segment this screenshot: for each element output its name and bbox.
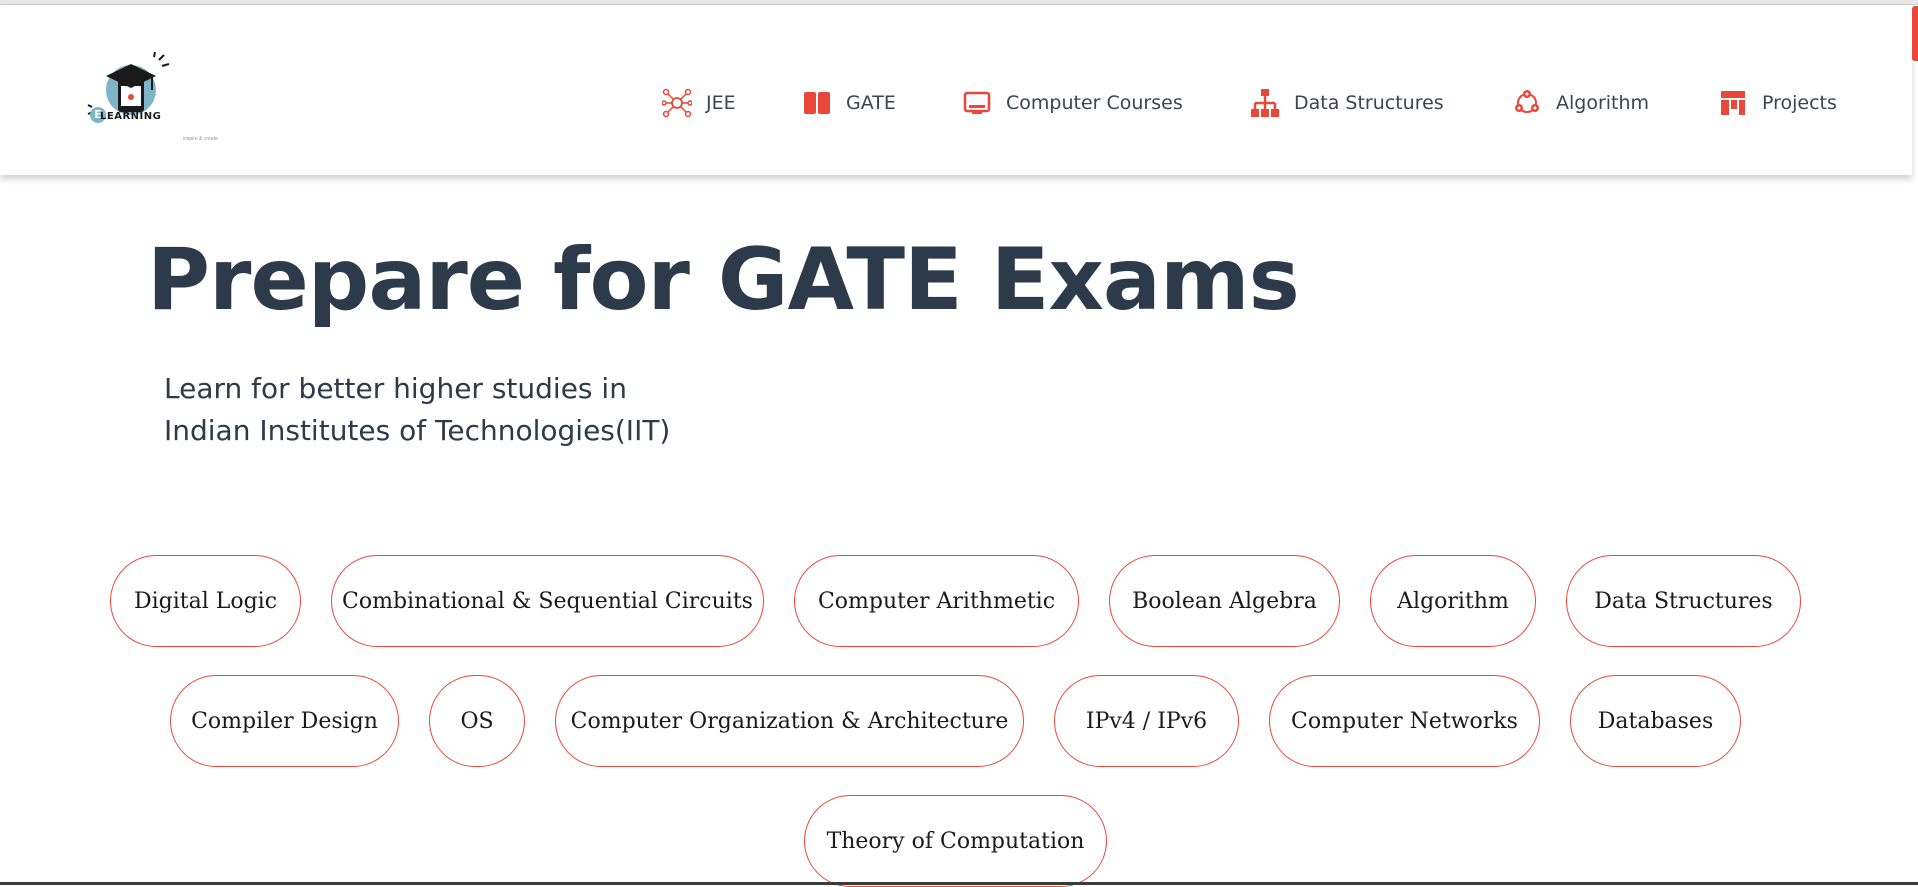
site-header: E LEARNING inspire & create JEE GATE Com…	[0, 5, 1912, 175]
layout-icon	[1721, 91, 1745, 115]
topic-pill[interactable]: Databases	[1570, 675, 1741, 767]
topic-pill[interactable]: Algorithm	[1370, 555, 1536, 647]
topic-pill[interactable]: IPv4 / IPv6	[1054, 675, 1239, 767]
page-title: Prepare for GATE Exams	[147, 230, 1300, 330]
nav-item-projects[interactable]: Projects	[1718, 83, 1837, 123]
scrollbar-thumb[interactable]	[1912, 6, 1918, 61]
cycle-icon	[1515, 90, 1539, 113]
nav-label-algorithm: Algorithm	[1556, 92, 1650, 114]
laptop-icon	[963, 91, 991, 114]
hero-subtitle-line-1: Learn for better higher studies in	[164, 372, 627, 405]
topic-pill[interactable]: Digital Logic	[110, 555, 301, 647]
topic-pill[interactable]: Boolean Algebra	[1109, 555, 1340, 647]
topic-pill[interactable]: Computer Arithmetic	[794, 555, 1079, 647]
hero-subtitle-line-2: Indian Institutes of Technologies(IIT)	[164, 414, 671, 447]
topic-pill[interactable]: Computer Organization & Architecture	[555, 675, 1024, 767]
topic-pill[interactable]: OS	[429, 675, 525, 767]
nav-item-gate[interactable]: GATE	[802, 83, 896, 123]
hierarchy-icon	[1251, 89, 1279, 117]
hero-subtitle: Learn for better higher studies in India…	[164, 368, 670, 452]
topic-pill[interactable]: Theory of Computation	[804, 795, 1107, 887]
logo-tagline: inspire & create	[183, 136, 218, 142]
main-nav: JEE GATE Computer Courses Data Structure…	[0, 83, 1912, 123]
nav-label-data-structures: Data Structures	[1294, 92, 1444, 114]
nav-label-projects: Projects	[1762, 92, 1837, 114]
topic-pill[interactable]: Computer Networks	[1269, 675, 1540, 767]
nav-label-computer-courses: Computer Courses	[1006, 92, 1183, 114]
nav-item-data-structures[interactable]: Data Structures	[1250, 83, 1444, 123]
topic-pill[interactable]: Combinational & Sequential Circuits	[331, 555, 764, 647]
nav-item-algorithm[interactable]: Algorithm	[1512, 83, 1649, 123]
network-node-icon	[662, 88, 692, 118]
nav-item-computer-courses[interactable]: Computer Courses	[962, 83, 1183, 123]
book-icon	[804, 92, 830, 114]
topic-pill[interactable]: Data Structures	[1566, 555, 1801, 647]
nav-item-jee[interactable]: JEE	[662, 83, 736, 123]
nav-label-jee: JEE	[706, 92, 736, 114]
topic-pill[interactable]: Compiler Design	[170, 675, 399, 767]
nav-label-gate: GATE	[846, 92, 896, 114]
